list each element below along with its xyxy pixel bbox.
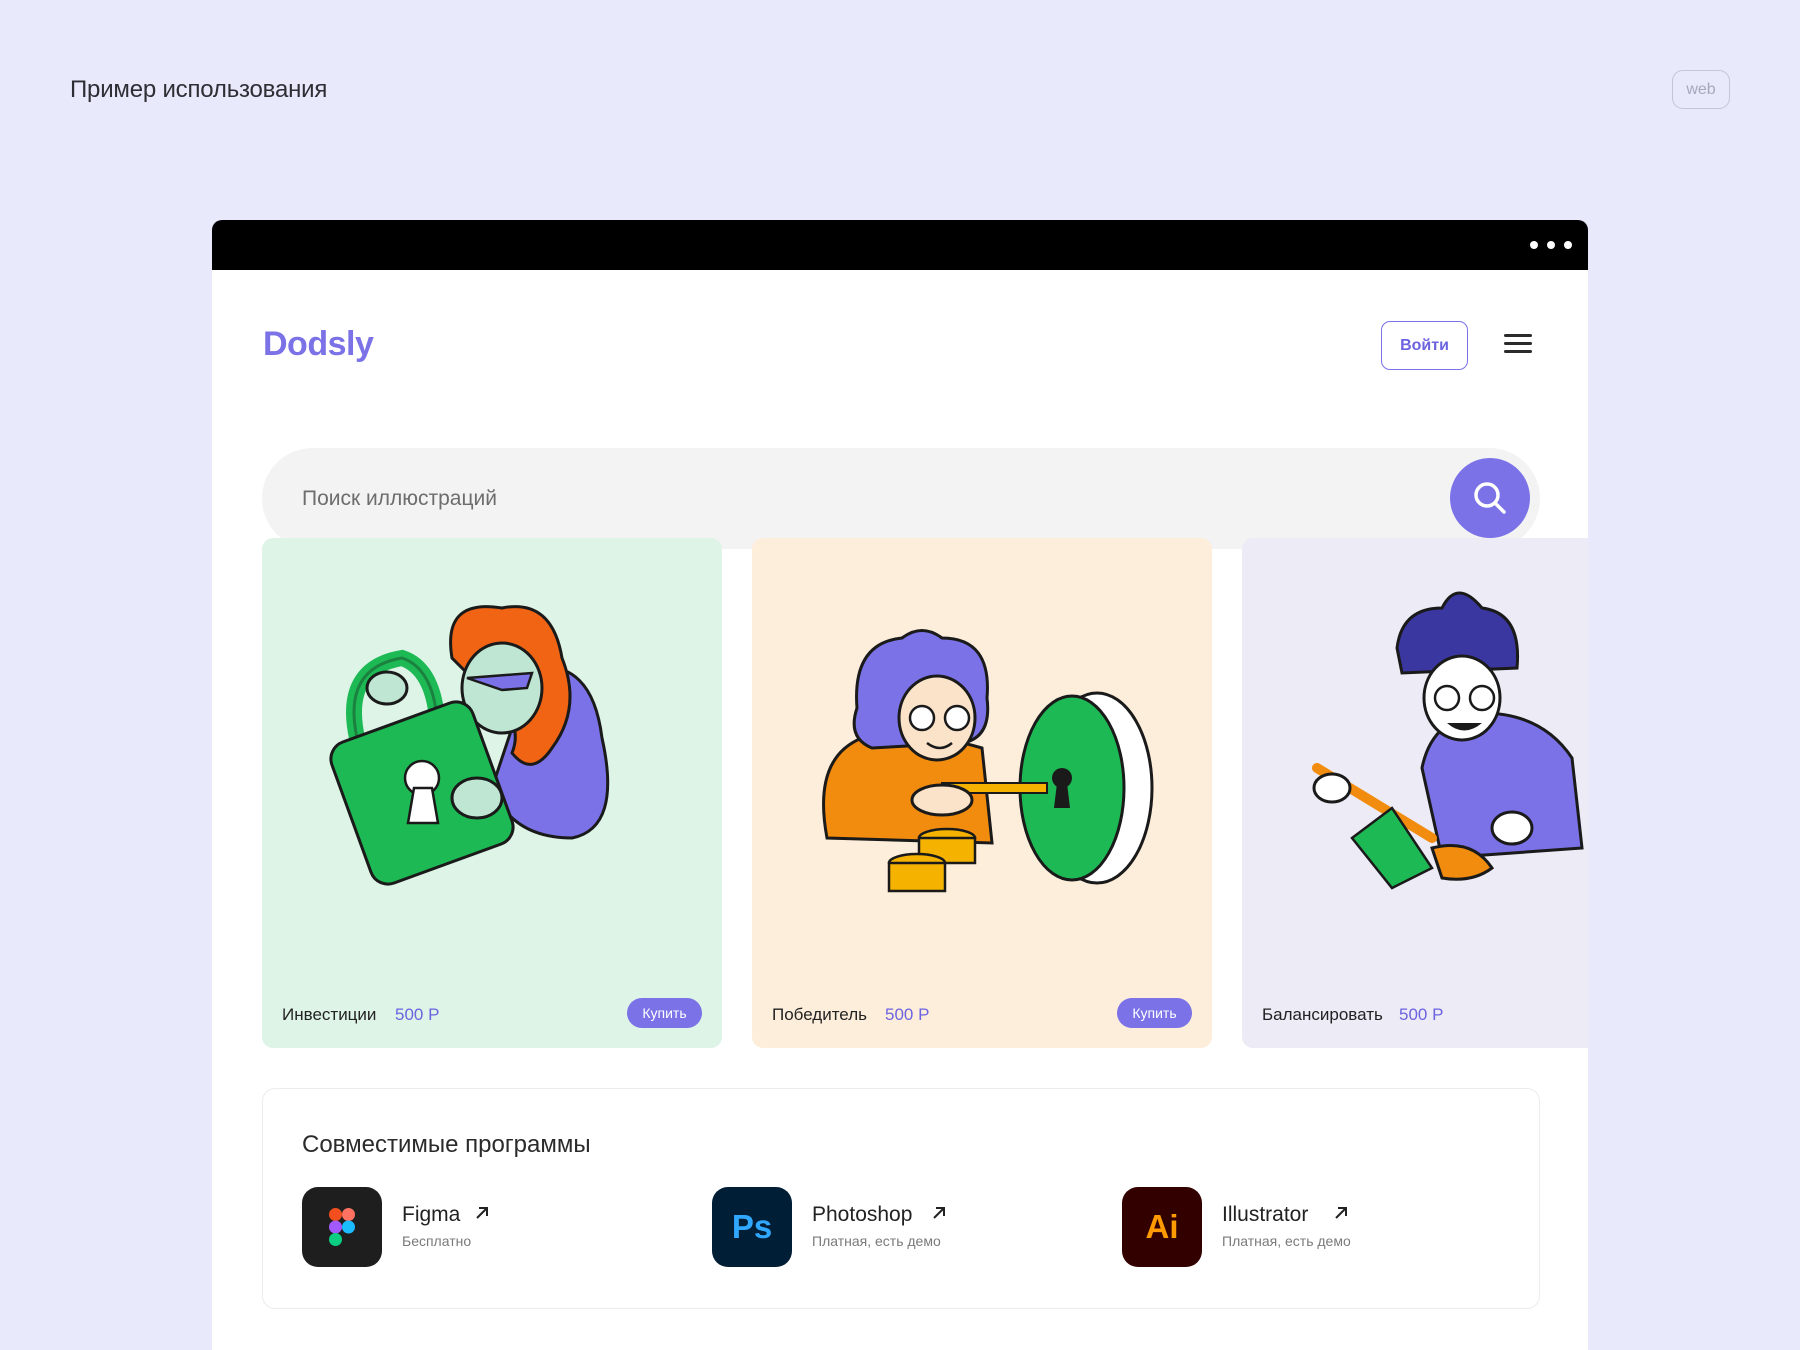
compatible-programs: Совместимые программы Figma Бесплатно Ps… [262,1088,1540,1309]
card-title: Балансировать [1262,1005,1383,1024]
photoshop-icon: Ps [712,1187,792,1267]
card-title: Победитель [772,1005,867,1024]
figma-icon [302,1187,382,1267]
site-header: Dodsly Войти [212,270,1588,380]
card-price: 500 Р [1399,1005,1444,1024]
search-icon [1474,482,1506,514]
site-logo[interactable]: Dodsly [263,325,374,364]
search-button[interactable] [1450,458,1530,538]
program-illustrator[interactable]: Ai Illustrator Платная, есть демо [1122,1187,1522,1267]
illustration-card[interactable]: Инвестиции 500 Р Купить [262,538,722,1048]
illustration-cards: Инвестиции 500 Р Купить Победитель 500 Р… [262,538,1588,1050]
program-photoshop[interactable]: Ps Photoshop Платная, есть демо [712,1187,1112,1267]
search-bar [262,448,1540,549]
illustration-card[interactable]: Победитель 500 Р Купить [752,538,1212,1048]
card-price: 500 Р [885,1005,930,1024]
window-titlebar [212,220,1588,270]
card-price: 500 Р [395,1005,440,1024]
hamburger-menu-icon[interactable] [1504,334,1532,356]
illustrator-icon: Ai [1122,1187,1202,1267]
sweeping-illustration [1312,591,1584,890]
illustration-card[interactable]: Балансировать 500 Р [1242,538,1588,1048]
program-license: Платная, есть демо [812,1233,941,1249]
programs-title: Совместимые программы [302,1131,591,1158]
login-button[interactable]: Войти [1381,321,1468,370]
browser-window: Dodsly Войти Поиск иллюстраций Инвестици… [212,220,1588,1350]
buy-button[interactable]: Купить [1117,998,1192,1028]
external-link-icon[interactable] [1333,1205,1349,1221]
search-input[interactable] [262,448,1412,549]
program-license: Платная, есть демо [1222,1233,1351,1249]
vault-illustration [822,629,1154,893]
buy-button[interactable]: Купить [627,998,702,1028]
program-name: Illustrator [1222,1203,1309,1226]
platform-badge: web [1672,70,1730,109]
program-name: Photoshop [812,1203,913,1226]
program-license: Бесплатно [402,1233,472,1249]
padlock-illustration [329,605,610,886]
page-title: Пример использования [70,76,328,103]
program-name: Figma [402,1203,461,1226]
program-figma[interactable]: Figma Бесплатно [302,1187,702,1267]
external-link-icon[interactable] [931,1205,947,1221]
card-title: Инвестиции [282,1005,377,1024]
window-menu-dots-icon[interactable] [1530,241,1572,249]
external-link-icon[interactable] [474,1205,490,1221]
